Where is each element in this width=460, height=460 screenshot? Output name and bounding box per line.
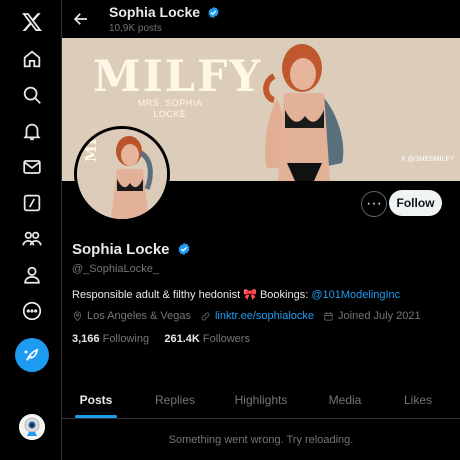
banner-subtitle: MRS. SOPHIA LOCKE [110,98,230,120]
follow-button[interactable]: Follow [389,190,442,216]
tab-replies[interactable]: Replies [142,382,208,418]
profile-name-row: Sophia Locke [72,241,191,258]
profile-bio: Responsible adult & filthy hedonist 🎀 Bo… [72,288,400,301]
calendar-icon [324,311,333,321]
profile-name: Sophia Locke [72,241,170,258]
banner-subtitle-line2: LOCKE [153,109,187,119]
following-link[interactable]: 3,166 Following [72,333,149,345]
location-text: Los Angeles & Vegas [87,310,191,322]
bio-text: Responsible adult & filthy hedonist 🎀 Bo… [72,289,312,301]
followers-count: 261.4K [164,333,200,345]
verified-badge-icon[interactable] [207,6,220,19]
account-avatar[interactable] [19,414,45,440]
profile-stats: 3,166 Following 261.4K Followers [72,333,250,345]
header-posts-count: 10,9K posts [109,23,162,34]
tab-posts[interactable]: Posts [62,382,130,418]
website-item: linktr.ee/sophialocke [200,310,314,322]
tab-highlights[interactable]: Highlights [222,382,300,418]
banner-subtitle-line1: MRS. SOPHIA [137,98,203,108]
error-message: Something went wrong. Try reloading. [168,434,354,446]
webcam-icon [19,414,45,440]
profile-main: Sophia Locke 10,9K posts MILFY MRS. SOPH… [62,0,460,460]
back-arrow-icon[interactable] [72,10,90,28]
tab-likes[interactable]: Likes [390,382,446,418]
website-link[interactable]: linktr.ee/sophialocke [215,310,314,322]
followers-label: Followers [202,333,250,345]
location-pin-icon [73,311,82,321]
profile-avatar[interactable]: MILFY [74,126,170,222]
grok-icon[interactable] [19,190,45,216]
messages-icon[interactable] [19,154,45,180]
followers-link[interactable]: 261.4K Followers [164,333,250,345]
communities-icon[interactable] [19,226,45,252]
link-icon [201,312,210,320]
joined-text: Joined July 2021 [338,310,421,322]
explore-icon[interactable] [19,82,45,108]
profile-header-bar: Sophia Locke 10,9K posts [62,0,460,38]
profile-tabs: Posts Replies Highlights Media Likes [62,382,460,419]
sidebar [0,0,62,460]
feather-icon [24,348,39,361]
more-icon[interactable] [19,298,45,324]
following-label: Following [102,333,150,345]
header-name-row: Sophia Locke [109,4,220,20]
profile-handle: @_SophiaLocke_ [72,263,160,275]
x-logo-icon[interactable] [19,9,45,35]
verified-badge-icon[interactable] [177,242,191,256]
banner-brand-text: MILFY [93,52,263,102]
profile-avatar-brand: MILFY [82,126,100,162]
header-name: Sophia Locke [109,4,201,20]
profile-meta: Los Angeles & Vegas linktr.ee/sophialock… [72,310,421,322]
bio-mention-link[interactable]: @101ModelingInc [311,289,400,301]
banner-handle-text: X @SHESMILFY [401,156,455,163]
compose-post-button[interactable] [15,338,49,372]
notifications-icon[interactable] [19,118,45,144]
tab-media[interactable]: Media [314,382,376,418]
home-icon[interactable] [19,46,45,72]
more-options-icon: ··· [366,195,382,212]
following-count: 3,166 [72,333,100,345]
joined-item: Joined July 2021 [323,310,421,322]
location-item: Los Angeles & Vegas [72,310,191,322]
profile-icon[interactable] [19,262,45,288]
more-options-button[interactable]: ··· [361,191,387,217]
active-tab-indicator [75,415,117,418]
